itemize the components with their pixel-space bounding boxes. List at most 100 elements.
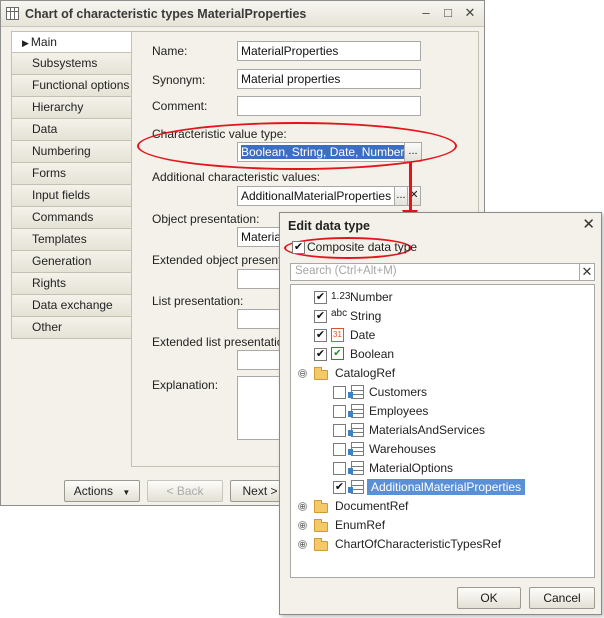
extended-list-presentation-label: Extended list presentation: [152, 335, 294, 349]
close-button[interactable]: ✕ [462, 5, 478, 21]
additional-values-field[interactable]: AdditionalMaterialProperties [237, 186, 395, 206]
dropdown-arrow-icon: ▼ [122, 488, 131, 497]
type-tree: ✔ 1.23 Number ✔ abc String ✔ 31 Date ✔ ✔… [290, 284, 595, 578]
customers-checkbox[interactable] [333, 386, 346, 399]
composite-data-type-checkbox[interactable]: ✔ [292, 241, 305, 254]
tab-templates[interactable]: Templates [11, 229, 132, 251]
tab-data-exchange[interactable]: Data exchange [11, 295, 132, 317]
material-options-checkbox[interactable] [333, 462, 346, 475]
synonym-field[interactable]: Material properties [237, 69, 421, 89]
employees-checkbox[interactable] [333, 405, 346, 418]
tab-subsystems[interactable]: Subsystems [11, 53, 132, 75]
warehouses-checkbox[interactable] [333, 443, 346, 456]
materials-and-services-checkbox[interactable] [333, 424, 346, 437]
back-button[interactable]: < Back [147, 480, 223, 502]
expand-icon[interactable]: ⊕ [298, 521, 307, 530]
tree-row-customers[interactable]: Customers [291, 384, 591, 402]
date-label: Date [350, 328, 376, 342]
annotation-arrow-line [409, 162, 412, 212]
tab-label: Main [30, 35, 57, 49]
list-presentation-label: List presentation: [152, 294, 244, 308]
catalogref-label: CatalogRef [335, 366, 396, 380]
collapse-icon[interactable]: ⊖ [298, 369, 307, 378]
title-bar: Chart of characteristic types MaterialPr… [1, 1, 484, 27]
tab-data[interactable]: Data [11, 119, 132, 141]
tree-row-documentref[interactable]: ⊕ DocumentRef [291, 498, 591, 516]
tab-other[interactable]: Other [11, 317, 132, 339]
tab-numbering[interactable]: Numbering [11, 141, 132, 163]
tab-hierarchy[interactable]: Hierarchy [11, 97, 132, 119]
tab-functional-options[interactable]: Functional options [11, 75, 132, 97]
folder-icon [314, 500, 328, 513]
edit-data-type-dialog: Edit data type ✕ ✔ Composite data type S… [279, 212, 602, 615]
boolean-label: Boolean [350, 347, 395, 361]
catalog-ref-icon [348, 385, 364, 399]
chart-window-icon [6, 7, 19, 20]
search-clear-button[interactable]: ✕ [579, 263, 595, 281]
documentref-label: DocumentRef [335, 499, 409, 513]
number-type-icon: 1.23 [331, 291, 351, 302]
name-label: Name: [152, 44, 188, 58]
catalog-ref-icon [348, 480, 364, 494]
tab-main[interactable]: ▶ Main [11, 31, 132, 53]
name-field[interactable]: MaterialProperties [237, 41, 421, 61]
tree-row-enumref[interactable]: ⊕ EnumRef [291, 517, 591, 535]
expand-icon[interactable]: ⊕ [298, 502, 307, 511]
boolean-checkbox[interactable]: ✔ [314, 348, 327, 361]
tree-row-employees[interactable]: Employees [291, 403, 591, 421]
catalog-ref-icon [348, 461, 364, 475]
comment-field[interactable] [237, 96, 421, 116]
number-label: Number [350, 290, 393, 304]
tree-row-number[interactable]: ✔ 1.23 Number [291, 289, 591, 307]
number-checkbox[interactable]: ✔ [314, 291, 327, 304]
catalog-ref-icon [348, 404, 364, 418]
additional-material-properties-label: AdditionalMaterialProperties [367, 479, 526, 495]
string-checkbox[interactable]: ✔ [314, 310, 327, 323]
chart-of-characteristic-types-ref-label: ChartOfCharacteristicTypesRef [335, 537, 502, 551]
tab-input-fields[interactable]: Input fields [11, 185, 132, 207]
expand-icon[interactable]: ⊕ [298, 540, 307, 549]
boolean-check-icon: ✔ [331, 347, 344, 360]
object-presentation-label: Object presentation: [152, 212, 260, 226]
actions-button[interactable]: Actions ▼ [64, 480, 140, 502]
tab-generation[interactable]: Generation [11, 251, 132, 273]
warehouses-label: Warehouses [369, 442, 436, 456]
tab-rights[interactable]: Rights [11, 273, 132, 295]
catalog-ref-icon [348, 442, 364, 456]
calendar-icon: 31 [331, 328, 344, 342]
additional-values-select-button[interactable]: ... [394, 186, 408, 206]
ok-button[interactable]: OK [457, 587, 521, 609]
string-type-icon: abc [331, 308, 348, 319]
tree-row-additional-material-properties[interactable]: ✔ AdditionalMaterialProperties [291, 479, 591, 497]
cancel-button[interactable]: Cancel [529, 587, 595, 609]
folder-icon [314, 367, 328, 380]
tab-commands[interactable]: Commands [11, 207, 132, 229]
tree-row-material-options[interactable]: MaterialOptions [291, 460, 591, 478]
dialog-close-button[interactable]: ✕ [582, 215, 595, 233]
minimize-button[interactable]: – [418, 5, 434, 21]
tree-row-boolean[interactable]: ✔ ✔ Boolean [291, 346, 591, 364]
date-checkbox[interactable]: ✔ [314, 329, 327, 342]
tree-row-catalogref[interactable]: ⊖ CatalogRef [291, 365, 591, 383]
tree-row-chart-of-characteristic-types-ref[interactable]: ⊕ ChartOfCharacteristicTypesRef [291, 536, 591, 554]
tree-row-materials-and-services[interactable]: MaterialsAndServices [291, 422, 591, 440]
employees-label: Employees [369, 404, 429, 418]
folder-icon [314, 538, 328, 551]
search-input[interactable]: Search (Ctrl+Alt+M) [290, 263, 580, 281]
tree-row-string[interactable]: ✔ abc String [291, 308, 591, 326]
tree-row-warehouses[interactable]: Warehouses [291, 441, 591, 459]
tab-list: ▶ Main Subsystems Functional options Hier… [11, 31, 132, 339]
dialog-title: Edit data type [288, 219, 370, 233]
additional-material-properties-checkbox[interactable]: ✔ [333, 481, 346, 494]
tree-row-date[interactable]: ✔ 31 Date [291, 327, 591, 345]
enumref-label: EnumRef [335, 518, 386, 532]
materials-and-services-label: MaterialsAndServices [369, 423, 486, 437]
string-label: String [350, 309, 382, 323]
catalog-ref-icon [348, 423, 364, 437]
folder-icon [314, 519, 328, 532]
synonym-label: Synonym: [152, 73, 206, 87]
comment-label: Comment: [152, 99, 208, 113]
maximize-button[interactable]: □ [440, 5, 456, 21]
tab-forms[interactable]: Forms [11, 163, 132, 185]
active-tab-arrow-icon: ▶ [22, 38, 29, 48]
